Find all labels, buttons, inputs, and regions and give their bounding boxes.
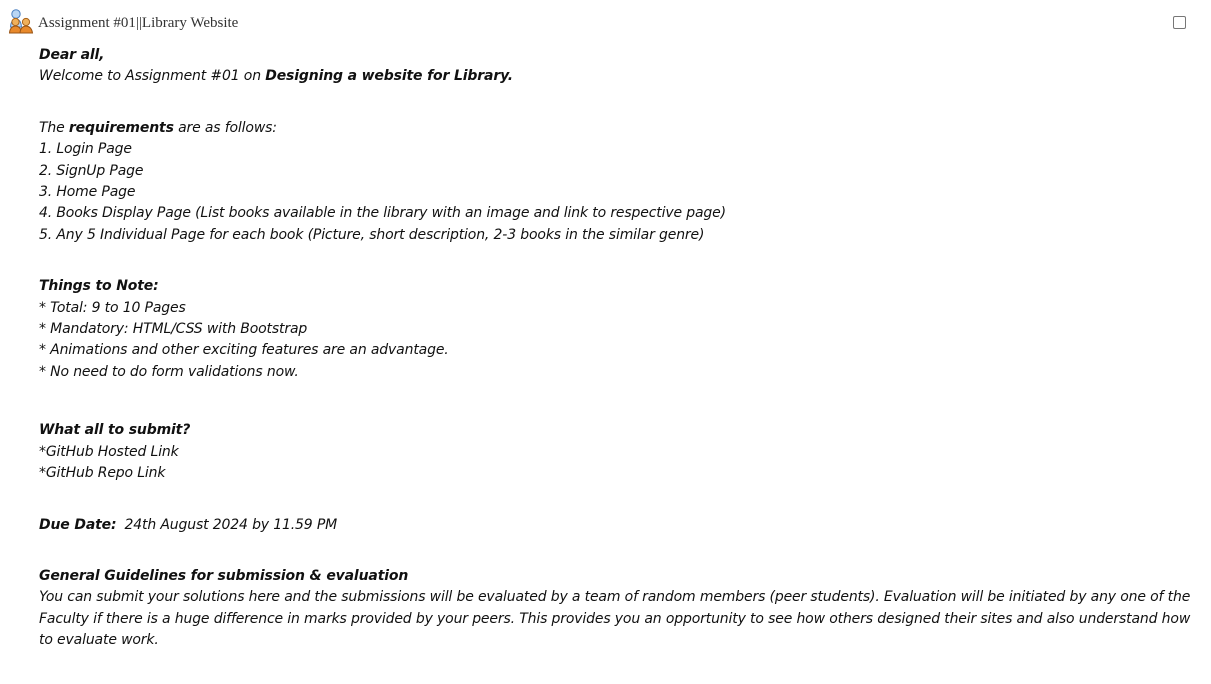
req-keyword: requirements: [68, 119, 174, 136]
requirement-item: 2. SignUp Page: [39, 162, 144, 179]
submit-item: *GitHub Hosted Link: [39, 443, 179, 460]
requirement-item: 4. Books Display Page (List books availa…: [39, 205, 726, 222]
greeting-text: Dear all,: [39, 47, 105, 63]
due-date-label: Due Date:: [39, 516, 117, 533]
submit-item: *GitHub Repo Link: [39, 465, 166, 482]
note-item: * Mandatory: HTML/CSS with Bootstrap: [39, 321, 308, 338]
assignment-title: Assignment #01||Library Website: [38, 15, 239, 31]
assignment-page: Assignment #01||Library Website Dear all…: [0, 0, 1211, 684]
requirement-item: 5. Any 5 Individual Page for each book (…: [39, 226, 705, 243]
requirement-item: 3. Home Page: [39, 184, 136, 201]
assignment-header: Assignment #01||Library Website: [8, 8, 1188, 40]
requirements-intro: The requirements are as follows:: [39, 118, 1199, 139]
welcome-line: Welcome to Assignment #01 on Designing a…: [39, 66, 1199, 87]
welcome-topic: Designing a website for Library.: [265, 68, 513, 85]
guidelines-text: You can submit your solutions here and t…: [39, 589, 1191, 649]
requirement-item: 1. Login Page: [39, 141, 132, 158]
req-prefix: The: [39, 119, 69, 136]
note-item: * Animations and other exciting features…: [39, 342, 449, 359]
guidelines-heading: General Guidelines for submission & eval…: [39, 567, 409, 584]
users-icon: [8, 8, 34, 34]
mark-done-checkbox[interactable]: [1173, 16, 1186, 29]
welcome-prefix: Welcome to Assignment #01 on: [39, 68, 266, 85]
note-item: * Total: 9 to 10 Pages: [39, 299, 186, 316]
submit-heading: What all to submit?: [39, 422, 191, 439]
req-suffix: are as follows:: [173, 119, 277, 136]
due-date-line: Due Date: 24th August 2024 by 11.59 PM: [39, 515, 1199, 536]
assignment-description: Dear all, Welcome to Assignment #01 on D…: [39, 45, 1199, 652]
notes-heading: Things to Note:: [39, 278, 159, 295]
note-item: * No need to do form validations now.: [39, 363, 299, 380]
due-date-value: 24th August 2024 by 11.59 PM: [124, 516, 338, 533]
